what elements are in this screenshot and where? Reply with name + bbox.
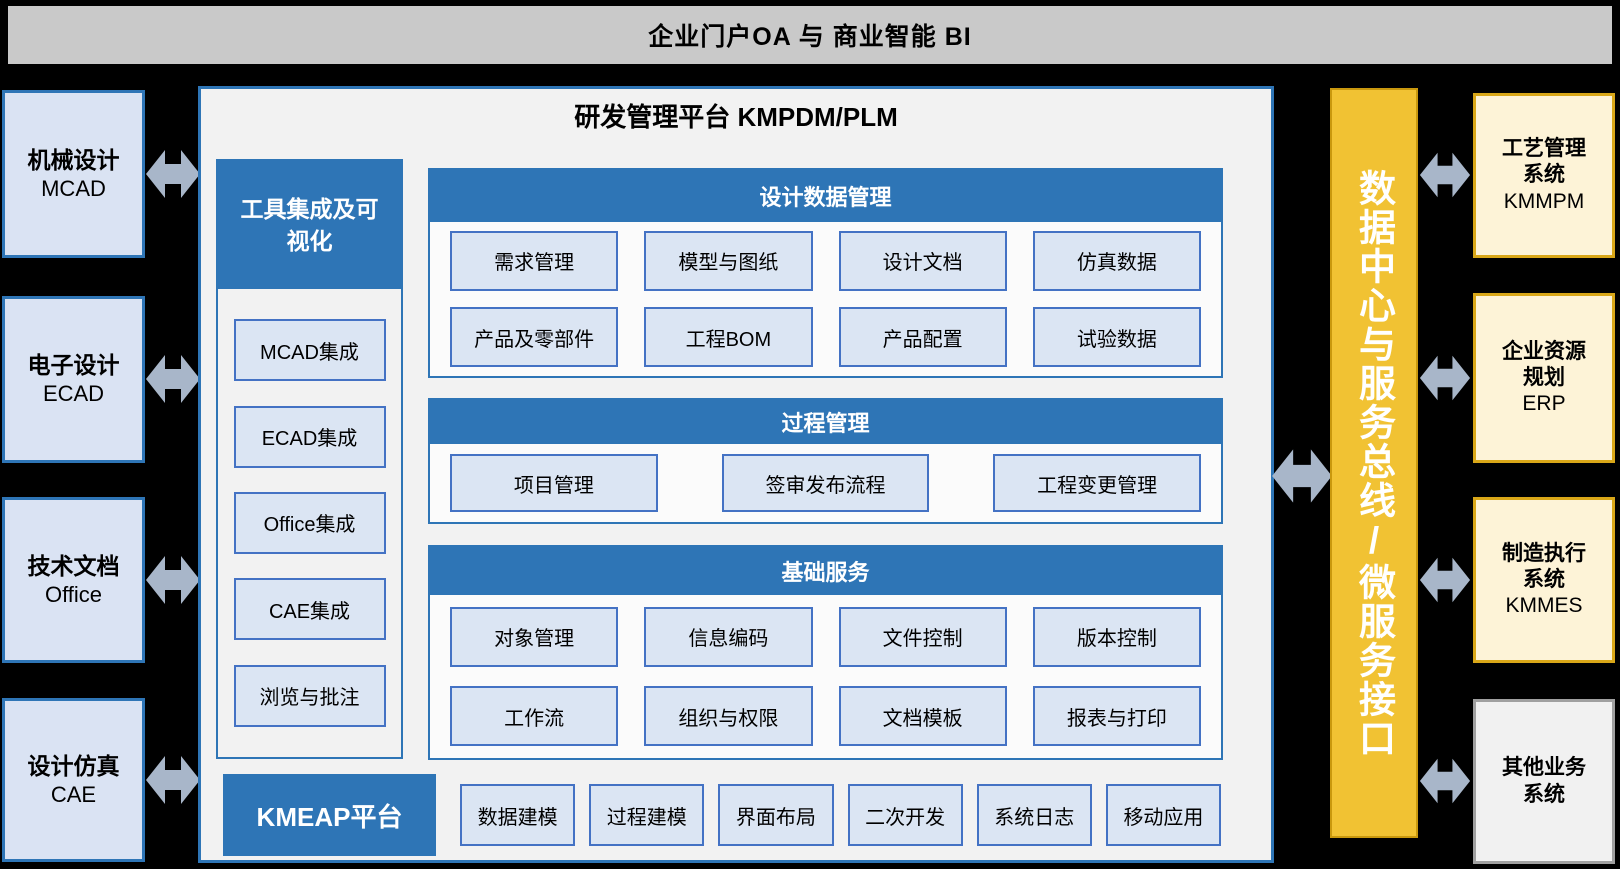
- right-system-kmmes-title-line2: 系统: [1523, 567, 1565, 593]
- right-system-kmmpm-title-line2: 系统: [1523, 162, 1565, 188]
- kmeap-item-data-modeling: 数据建模: [460, 784, 575, 846]
- section-basic-services-body: 对象管理 信息编码 文件控制 版本控制 工作流 组织与权限 文档模板 报表与打印: [430, 595, 1221, 758]
- kmeap-item-system-logs: 系统日志: [977, 784, 1092, 846]
- right-system-kmmes-title-line1: 制造执行: [1502, 541, 1586, 567]
- right-system-other-title-line2: 系统: [1523, 782, 1565, 808]
- design-item-engineering-bom: 工程BOM: [644, 307, 812, 367]
- kmeap-platform-bar: KMEAP平台 数据建模 过程建模 界面布局 二次开发 系统日志 移动应用: [223, 774, 1223, 856]
- kmeap-item-ui-layout: 界面布局: [718, 784, 833, 846]
- process-item-engineering-change: 工程变更管理: [993, 454, 1201, 512]
- left-system-office: 技术文档 Office: [2, 497, 145, 663]
- plm-platform-panel: 研发管理平台 KMPDM/PLM 工具集成及可视化 MCAD集成 ECAD集成 …: [198, 86, 1274, 863]
- left-system-mcad-subtitle: MCAD: [41, 175, 106, 203]
- service-bus-title: 数据中心与服务总线/微服务接口: [1356, 169, 1393, 758]
- service-item-doc-templates: 文档模板: [839, 686, 1007, 746]
- left-system-cae: 设计仿真 CAE: [2, 698, 145, 862]
- design-item-test-data: 试验数据: [1033, 307, 1201, 367]
- top-banner-title: 企业门户OA 与 商业智能 BI: [648, 17, 971, 53]
- double-arrow-icon: [145, 753, 201, 807]
- right-system-erp-title-line1: 企业资源: [1502, 339, 1586, 365]
- design-item-requirements: 需求管理: [450, 231, 618, 291]
- kmeap-item-mobile-apps: 移动应用: [1106, 784, 1221, 846]
- service-item-workflow: 工作流: [450, 686, 618, 746]
- right-system-erp-subtitle: ERP: [1522, 391, 1565, 417]
- section-basic-services: 基础服务 对象管理 信息编码 文件控制 版本控制 工作流 组织与权限 文档模板 …: [428, 545, 1223, 760]
- right-system-kmmpm-subtitle: KMMPM: [1504, 189, 1585, 215]
- double-arrow-icon: [1419, 553, 1471, 607]
- tool-item-mcad-integration: MCAD集成: [234, 319, 386, 381]
- tool-item-cae-integration: CAE集成: [234, 578, 386, 640]
- right-system-kmmpm: 工艺管理 系统 KMMPM: [1473, 93, 1615, 258]
- diagram-canvas: 企业门户OA 与 商业智能 BI 机械设计 MCAD 电子设计 ECAD 技术文…: [0, 0, 1620, 869]
- section-design-data-body: 需求管理 模型与图纸 设计文档 仿真数据 产品及零部件 工程BOM 产品配置 试…: [430, 222, 1221, 376]
- tools-integration-header: 工具集成及可视化: [218, 161, 401, 289]
- left-system-cae-title: 设计仿真: [28, 752, 120, 781]
- kmeap-platform-label: KMEAP平台: [223, 774, 436, 856]
- left-system-office-subtitle: Office: [45, 581, 102, 609]
- design-item-products-parts: 产品及零部件: [450, 307, 618, 367]
- design-item-product-config: 产品配置: [839, 307, 1007, 367]
- service-item-object-mgmt: 对象管理: [450, 607, 618, 667]
- kmeap-item-process-modeling: 过程建模: [589, 784, 704, 846]
- tools-integration-panel: 工具集成及可视化 MCAD集成 ECAD集成 Office集成 CAE集成 浏览…: [216, 159, 403, 759]
- section-design-data: 设计数据管理 需求管理 模型与图纸 设计文档 仿真数据 产品及零部件 工程BOM…: [428, 168, 1223, 378]
- section-design-data-header: 设计数据管理: [430, 170, 1221, 222]
- service-item-org-permissions: 组织与权限: [644, 686, 812, 746]
- double-arrow-icon: [1419, 754, 1471, 808]
- double-arrow-icon: [145, 352, 201, 406]
- tools-integration-body: MCAD集成 ECAD集成 Office集成 CAE集成 浏览与批注: [218, 289, 401, 757]
- service-item-info-coding: 信息编码: [644, 607, 812, 667]
- design-item-design-docs: 设计文档: [839, 231, 1007, 291]
- service-bus-bar: 数据中心与服务总线/微服务接口: [1330, 88, 1418, 838]
- service-item-file-control: 文件控制: [839, 607, 1007, 667]
- section-process-mgmt: 过程管理 项目管理 签审发布流程 工程变更管理: [428, 398, 1223, 524]
- left-system-mcad: 机械设计 MCAD: [2, 90, 145, 258]
- section-process-mgmt-body: 项目管理 签审发布流程 工程变更管理: [430, 444, 1221, 522]
- process-item-project-mgmt: 项目管理: [450, 454, 658, 512]
- kmeap-item-secondary-dev: 二次开发: [848, 784, 963, 846]
- right-system-erp-title-line2: 规划: [1523, 365, 1565, 391]
- design-item-models-drawings: 模型与图纸: [644, 231, 812, 291]
- right-system-kmmes: 制造执行 系统 KMMES: [1473, 497, 1615, 663]
- left-system-mcad-title: 机械设计: [28, 146, 120, 175]
- section-process-mgmt-header: 过程管理: [430, 400, 1221, 444]
- right-system-kmmpm-title-line1: 工艺管理: [1502, 136, 1586, 162]
- double-arrow-icon: [145, 147, 201, 201]
- left-system-cae-subtitle: CAE: [51, 781, 96, 809]
- left-system-ecad-subtitle: ECAD: [43, 380, 104, 408]
- left-system-office-title: 技术文档: [28, 552, 120, 581]
- tool-item-view-annotate: 浏览与批注: [234, 665, 386, 727]
- double-arrow-icon: [1419, 148, 1471, 202]
- process-item-review-release: 签审发布流程: [722, 454, 930, 512]
- double-arrow-icon: [1419, 351, 1471, 405]
- tool-item-ecad-integration: ECAD集成: [234, 406, 386, 468]
- top-banner: 企业门户OA 与 商业智能 BI: [8, 6, 1612, 64]
- double-arrow-icon: [1271, 445, 1333, 507]
- kmeap-items-row: 数据建模 过程建模 界面布局 二次开发 系统日志 移动应用: [436, 774, 1223, 856]
- design-item-simulation-data: 仿真数据: [1033, 231, 1201, 291]
- tool-item-office-integration: Office集成: [234, 492, 386, 554]
- service-item-reports-printing: 报表与打印: [1033, 686, 1201, 746]
- section-basic-services-header: 基础服务: [430, 547, 1221, 595]
- left-system-ecad: 电子设计 ECAD: [2, 296, 145, 463]
- left-system-ecad-title: 电子设计: [28, 351, 120, 380]
- right-system-other: 其他业务 系统: [1473, 699, 1615, 864]
- right-system-kmmes-subtitle: KMMES: [1505, 593, 1582, 619]
- double-arrow-icon: [145, 553, 201, 607]
- service-item-version-control: 版本控制: [1033, 607, 1201, 667]
- right-system-erp: 企业资源 规划 ERP: [1473, 293, 1615, 463]
- right-system-other-title-line1: 其他业务: [1502, 755, 1586, 781]
- plm-platform-title: 研发管理平台 KMPDM/PLM: [201, 97, 1271, 134]
